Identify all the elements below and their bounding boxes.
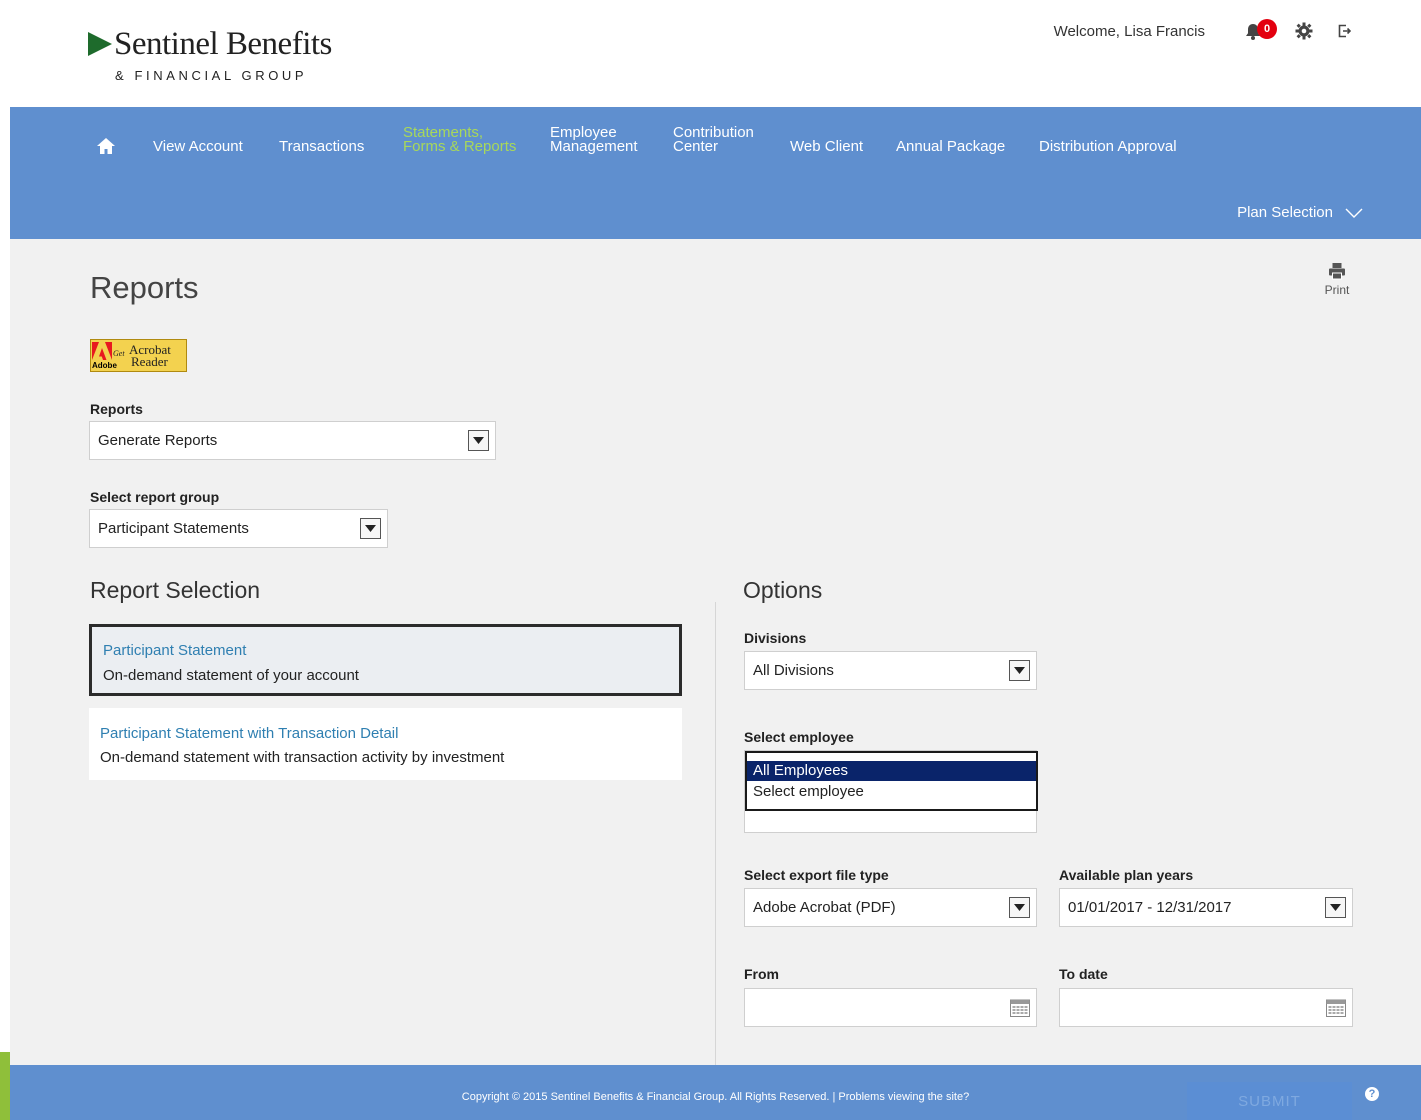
- logo-subtitle: & FINANCIAL GROUP: [115, 68, 308, 83]
- calendar-icon[interactable]: [1010, 998, 1030, 1017]
- logout-button[interactable]: [1337, 24, 1351, 38]
- dropdown-arrow-icon: [1009, 897, 1030, 918]
- report-card-participant-statement[interactable]: Participant Statement On-demand statemen…: [89, 624, 682, 696]
- plan-selection-dropdown[interactable]: Plan Selection: [1237, 204, 1363, 221]
- logout-icon: [1338, 24, 1351, 38]
- header: Sentinel Benefits & FINANCIAL GROUP Welc…: [10, 0, 1421, 107]
- column-divider: [715, 602, 716, 1065]
- nav-web-client[interactable]: Web Client: [790, 138, 864, 155]
- print-button[interactable]: Print: [1321, 262, 1353, 297]
- nav-distribution-approval-label: Distribution Approval: [1039, 138, 1177, 155]
- nav-transactions-label: Transactions: [279, 138, 365, 155]
- report-card-description: On-demand statement with transaction act…: [100, 749, 505, 766]
- get-text: Get: [113, 349, 125, 358]
- dropdown-arrow-icon: [1325, 897, 1346, 918]
- export-file-type-value: Adobe Acrobat (PDF): [753, 899, 896, 916]
- home-icon: [97, 138, 115, 154]
- plan-years-select[interactable]: 01/01/2017 - 12/31/2017: [1059, 888, 1353, 927]
- listbox-dropdown: [745, 751, 1038, 811]
- dropdown-arrow-icon: [1009, 660, 1030, 681]
- from-date-input[interactable]: [744, 988, 1037, 1027]
- submit-button[interactable]: SUBMIT: [1187, 1082, 1352, 1120]
- select-employee-label: Select employee: [744, 729, 854, 745]
- report-card-description: On-demand statement of your account: [103, 667, 359, 684]
- get-acrobat-reader-badge[interactable]: Adobe Get Acrobat Reader: [90, 339, 187, 372]
- printer-icon: [1329, 263, 1345, 280]
- nav-distribution-approval[interactable]: Distribution Approval: [1039, 138, 1177, 155]
- adobe-logo-icon: [92, 342, 112, 360]
- nav-view-account-label: View Account: [153, 138, 243, 155]
- gear-icon: [1295, 22, 1313, 40]
- notifications-button[interactable]: 0: [1245, 18, 1277, 40]
- main-nav: View Account Transactions Statements, Fo…: [10, 107, 1421, 239]
- nav-statements-forms-reports[interactable]: Statements, Forms & Reports: [403, 125, 517, 155]
- to-date-input[interactable]: [1059, 988, 1353, 1027]
- from-date-label: From: [744, 966, 779, 982]
- help-icon[interactable]: ?: [1365, 1087, 1379, 1101]
- nav-contribution-center[interactable]: Contribution Center: [673, 125, 754, 155]
- adobe-text: Adobe: [92, 361, 117, 370]
- print-label: Print: [1324, 283, 1350, 297]
- nav-view-account[interactable]: View Account: [153, 138, 243, 155]
- plan-years-value: 01/01/2017 - 12/31/2017: [1068, 899, 1232, 916]
- employee-listbox[interactable]: All Employees Select employee: [744, 750, 1038, 833]
- reports-select[interactable]: Generate Reports: [89, 421, 496, 460]
- nav-annual-package[interactable]: Annual Package: [896, 138, 1006, 155]
- report-selection-heading: Report Selection: [90, 577, 261, 603]
- nav-statements-label-2: Forms & Reports: [403, 138, 517, 155]
- export-file-type-label: Select export file type: [744, 867, 889, 883]
- employee-option-select[interactable]: Select employee: [747, 782, 1036, 802]
- nav-employee-management[interactable]: Employee Management: [550, 125, 638, 155]
- report-group-select-value: Participant Statements: [98, 520, 249, 537]
- reader-text: Reader: [131, 354, 168, 369]
- page-title: Reports: [90, 270, 199, 305]
- report-group-select[interactable]: Participant Statements: [89, 509, 388, 548]
- to-date-label: To date: [1059, 966, 1108, 982]
- calendar-icon[interactable]: [1326, 998, 1346, 1017]
- dropdown-arrow-icon: [468, 430, 489, 451]
- report-group-label: Select report group: [90, 489, 220, 505]
- user-bar: Welcome, Lisa Francis 0: [1053, 18, 1351, 40]
- nav-annual-package-label: Annual Package: [896, 138, 1006, 155]
- chevron-down-icon: [1345, 208, 1363, 218]
- divisions-select[interactable]: All Divisions: [744, 651, 1037, 690]
- report-card-statement-transaction-detail[interactable]: Participant Statement with Transaction D…: [89, 708, 682, 780]
- reports-select-value: Generate Reports: [98, 432, 218, 449]
- plan-selection-label: Plan Selection: [1237, 204, 1333, 221]
- logo-name: Sentinel Benefits: [114, 26, 332, 62]
- dropdown-arrow-icon: [360, 518, 381, 539]
- divisions-select-value: All Divisions: [753, 662, 834, 679]
- footer: Copyright © 2015 Sentinel Benefits & Fin…: [10, 1065, 1421, 1120]
- report-card-title: Participant Statement: [103, 642, 247, 659]
- notification-badge: 0: [1257, 18, 1277, 39]
- nav-employee-label-2: Management: [550, 138, 638, 155]
- side-accent-bar: [0, 1052, 10, 1120]
- nav-transactions[interactable]: Transactions: [279, 138, 365, 155]
- settings-button[interactable]: [1295, 22, 1313, 40]
- nav-contribution-label-2: Center: [673, 138, 719, 155]
- divisions-label: Divisions: [744, 630, 807, 646]
- home-button[interactable]: [96, 137, 116, 158]
- reports-label: Reports: [90, 401, 143, 417]
- report-card-title: Participant Statement with Transaction D…: [100, 725, 399, 742]
- nav-web-client-label: Web Client: [790, 138, 864, 155]
- app-frame: Sentinel Benefits & FINANCIAL GROUP Welc…: [10, 0, 1421, 1120]
- welcome-text: Welcome, Lisa Francis: [1053, 22, 1205, 40]
- plan-years-label: Available plan years: [1059, 867, 1194, 883]
- logo-triangle-icon: [88, 32, 112, 56]
- options-heading: Options: [743, 577, 823, 603]
- employee-option-all[interactable]: All Employees: [747, 761, 1036, 781]
- export-file-type-select[interactable]: Adobe Acrobat (PDF): [744, 888, 1037, 927]
